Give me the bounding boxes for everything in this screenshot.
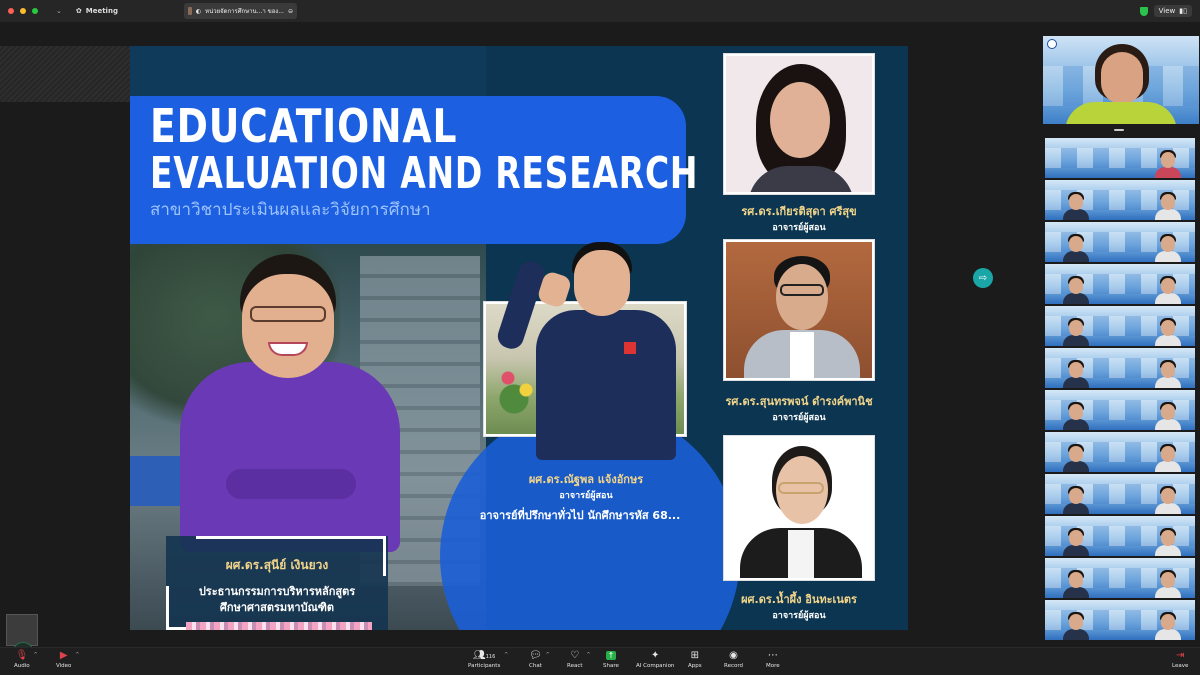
main-person-name: ผศ.ดร.สุนีย์ เงินยวง (225, 558, 329, 572)
participant-tile[interactable] (1045, 180, 1195, 220)
zoom-window: ⌄ ✿ Meeting ◐ หน่วยจัดการศึกษาน...า ของ.… (0, 0, 1200, 675)
window-controls (8, 8, 38, 14)
slide-title-line2: EVALUATION AND RESEARCH (150, 148, 699, 199)
react-label: React (567, 663, 583, 669)
view-button[interactable]: View ▮▯ (1153, 5, 1192, 17)
close-window-button[interactable] (8, 8, 14, 14)
participant-tile[interactable] (1045, 138, 1195, 178)
person-2-role: อาจารย์ผู้สอน (772, 413, 826, 423)
participant-tile[interactable] (1045, 600, 1195, 640)
center-person-advisor: อาจารย์ที่ปรึกษาทั่วไป นักศึกษารหัส 68..… (479, 509, 681, 522)
person-photo-1 (724, 54, 874, 194)
more-button[interactable]: ⋯ More (766, 650, 780, 669)
share-icon: ◐ (195, 7, 202, 15)
share-screen-icon: ↑ (605, 651, 617, 660)
person-3-role: อาจารย์ผู้สอน (772, 611, 826, 621)
title-bar: ⌄ ✿ Meeting ◐ หน่วยจัดการศึกษาน...า ของ.… (0, 0, 1200, 22)
participant-tile[interactable] (1045, 390, 1195, 430)
more-label: More (766, 663, 780, 669)
person-2-name: รศ.ดร.สุนทรพจน์ ดำรงค์พานิช (725, 395, 873, 408)
audio-button[interactable]: 🎙︎ Audio ^ (14, 650, 38, 669)
main-person-role-line2: ศึกษาศาสตรมหาบัณฑิต (219, 601, 335, 614)
meeting-label: Meeting (85, 7, 118, 15)
heart-icon: ♡ (570, 650, 580, 661)
apps-label: Apps (688, 663, 702, 669)
camera-off-icon: ▶︎ (59, 650, 68, 661)
maximize-window-button[interactable] (32, 8, 38, 14)
chevron-up-icon[interactable]: ^ (546, 652, 550, 658)
sparkle-icon: ✦ (651, 650, 660, 661)
sharer-avatar (188, 7, 192, 15)
minimize-window-button[interactable] (20, 8, 26, 14)
presentation-slide: EDUCATIONAL EVALUATION AND RESEARCH สาขา… (130, 46, 908, 630)
slide-title-line1: EDUCATIONAL (150, 99, 458, 153)
participant-tile[interactable] (1045, 222, 1195, 262)
leave-button[interactable]: ⇥ Leave (1172, 650, 1188, 669)
chevron-down-icon[interactable]: ⌄ (56, 7, 62, 15)
share-label: Share (603, 663, 619, 669)
record-icon: ◉ (729, 650, 738, 661)
chevron-up-icon[interactable]: ^ (33, 652, 37, 658)
main-person-photo (170, 254, 410, 554)
chevron-up-icon[interactable]: ^ (504, 652, 508, 658)
meeting-toolbar: 🎙︎ Audio ^ ▶︎ Video ^ 👥︎116 Participants… (0, 647, 1200, 675)
microphone-muted-icon: 🎙︎ (15, 650, 29, 661)
participant-tile[interactable] (1045, 516, 1195, 556)
active-speaker-video[interactable] (1043, 36, 1199, 124)
participants-button[interactable]: 👥︎116 Participants ^ (468, 650, 508, 669)
record-button[interactable]: ◉ Record (724, 650, 743, 669)
chevron-up-icon[interactable]: ^ (586, 652, 590, 658)
leave-label: Leave (1172, 663, 1189, 669)
chat-button[interactable]: 💬︎ Chat ^ (529, 650, 550, 669)
screen-share-tab[interactable]: ◐ หน่วยจัดการศึกษาน...า ของ... ⊖ (184, 3, 297, 19)
encryption-shield-icon[interactable] (1139, 6, 1148, 16)
center-person-name: ผศ.ดร.ณัฐพล แจ้งอักษร (528, 473, 644, 486)
apps-icon: ⊞ (690, 650, 699, 661)
video-button[interactable]: ▶︎ Video ^ (56, 650, 79, 669)
view-label: View (1158, 7, 1176, 15)
video-label: Video (56, 663, 72, 669)
chevron-up-icon[interactable]: ^ (75, 652, 79, 658)
person-3-name: ผศ.ดร.น้ำผึ้ง อินทะเนตร (741, 593, 857, 606)
paw-icon: ✿ (75, 7, 82, 15)
participant-tile[interactable] (1045, 474, 1195, 514)
center-person-role: อาจารย์ผู้สอน (559, 491, 613, 501)
share-button[interactable]: ↑ Share (603, 650, 619, 669)
faculty-logo (1047, 39, 1057, 49)
person-photo-2 (724, 240, 874, 380)
flower-garland (186, 622, 372, 630)
shared-screen: EDUCATIONAL EVALUATION AND RESEARCH สาขา… (0, 22, 1040, 664)
participants-icon: 👥︎116 (473, 650, 496, 661)
record-label: Record (724, 663, 744, 669)
react-button[interactable]: ♡ React ^ (567, 650, 591, 669)
participant-gallery (1040, 22, 1200, 647)
person-1-name: รศ.ดร.เกียรติสุดา ศรีสุข (741, 205, 857, 218)
participant-tile[interactable] (1045, 558, 1195, 598)
leave-icon: ⇥ (1175, 650, 1185, 661)
chat-icon: 💬︎ (529, 650, 542, 661)
center-person-photo (494, 242, 680, 460)
share-title: หน่วยจัดการศึกษาน...า ของ... (205, 8, 284, 15)
person-photo-3 (724, 436, 874, 580)
slide-title-thai: สาขาวิชาประเมินผลและวิจัยการศึกษา (150, 200, 431, 220)
ai-companion-label: AI Companion (636, 663, 675, 669)
apps-button[interactable]: ⊞ Apps (688, 650, 702, 669)
more-icon: ⋯ (767, 650, 778, 661)
grid-icon: ▮▯ (1179, 7, 1187, 15)
pointer-cursor-icon[interactable]: ⇨ (973, 268, 993, 288)
chat-label: Chat (529, 663, 542, 669)
participants-count: 116 (485, 654, 496, 660)
participant-tile[interactable] (1045, 306, 1195, 346)
ai-companion-button[interactable]: ✦ AI Companion (636, 650, 674, 669)
participants-label: Participants (468, 663, 501, 669)
drag-handle[interactable] (1114, 129, 1124, 131)
audio-label: Audio (14, 663, 30, 669)
participant-tile[interactable] (1045, 264, 1195, 304)
participant-tile[interactable] (1045, 348, 1195, 388)
person-1-role: อาจารย์ผู้สอน (772, 223, 826, 233)
meeting-menu[interactable]: ✿ Meeting (76, 7, 118, 15)
more-options-icon[interactable]: ⊖ (288, 8, 293, 15)
participant-tile[interactable] (1045, 432, 1195, 472)
